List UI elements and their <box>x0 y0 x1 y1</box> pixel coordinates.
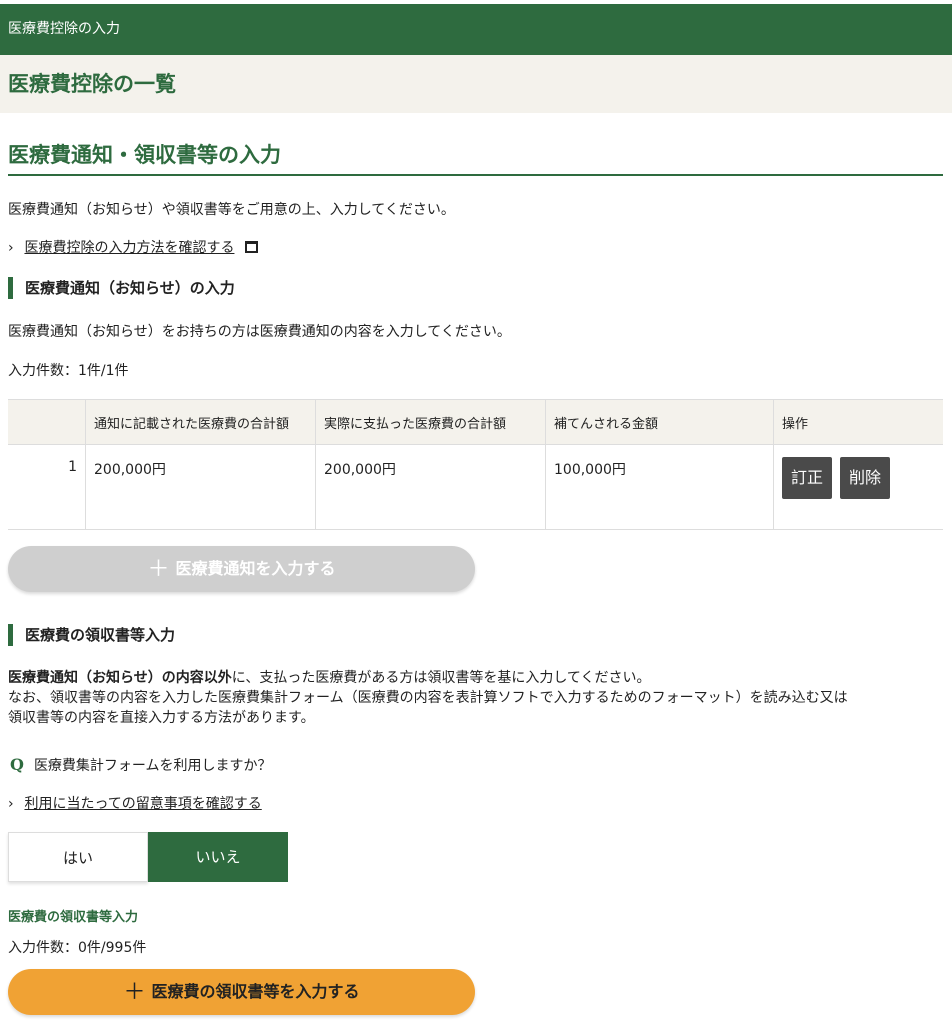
add-notice-label: 医療費通知を入力する <box>175 559 336 578</box>
notice-count: 入力件数：1件/1件 <box>8 363 129 379</box>
row-paid-total: 200,000円 <box>315 444 546 530</box>
notice-description: 医療費通知（お知らせ）をお持ちの方は医療費通知の内容を入力してください。 <box>8 324 511 340</box>
section-title: 医療費通知・領収書等の入力 <box>8 140 943 176</box>
add-receipt-button[interactable]: ＋ 医療費の領収書等を入力する <box>8 969 475 1015</box>
add-notice-button[interactable]: ＋ 医療費通知を入力する <box>8 546 475 592</box>
receipts-heading: 医療費の領収書等入力 <box>8 624 175 646</box>
question-row: Q 医療費集計フォームを利用しますか？ <box>10 755 272 776</box>
col-header-notified-total: 通知に記載された医療費の合計額 <box>85 399 316 445</box>
receipts-desc-line2: なお、領収書等の内容を入力した医療費集計フォーム（医療費の内容を表計算ソフトで入… <box>8 690 848 706</box>
row-actions: 訂正 削除 <box>773 444 943 530</box>
receipts-desc-rest: に、支払った医療費がある方は領収書等を基に入力してください。 <box>231 670 651 686</box>
external-window-icon <box>244 241 258 253</box>
plus-icon: ＋ <box>147 557 170 582</box>
table-header-row: 通知に記載された医療費の合計額 実際に支払った医療費の合計額 補てんされる金額 … <box>8 399 943 445</box>
table-row: 1 200,000円 200,000円 100,000円 訂正 削除 <box>8 444 943 530</box>
col-header-reimbursed: 補てんされる金額 <box>545 399 774 445</box>
notice-heading: 医療費通知（お知らせ）の入力 <box>8 277 235 299</box>
col-header-actions: 操作 <box>773 399 943 445</box>
receipts-sub-label: 医療費の領収書等入力 <box>8 910 139 925</box>
form-usage-toggle: はい いいえ <box>8 832 288 882</box>
chevron-right-icon: › <box>8 240 14 256</box>
question-text: 医療費集計フォームを利用しますか？ <box>33 758 272 774</box>
chevron-right-icon: › <box>8 796 14 812</box>
row-reimbursed: 100,000円 <box>545 444 774 530</box>
receipts-desc-line3: 領収書等の内容を直接入力する方法があります。 <box>8 710 315 726</box>
notes-link-row[interactable]: › 利用に当たっての留意事項を確認する <box>8 794 262 814</box>
plus-icon: ＋ <box>123 980 146 1005</box>
receipts-description: 医療費通知（お知らせ）の内容以外に、支払った医療費がある方は領収書等を基に入力し… <box>8 668 943 728</box>
question-mark-icon: Q <box>10 755 24 774</box>
add-receipt-label: 医療費の領収書等を入力する <box>151 982 360 1001</box>
notice-table: 通知に記載された医療費の合計額 実際に支払った医療費の合計額 補てんされる金額 … <box>8 399 943 530</box>
row-notified-total: 200,000円 <box>85 444 316 530</box>
option-yes-button[interactable]: はい <box>8 832 148 882</box>
receipts-desc-bold: 医療費通知（お知らせ）の内容以外 <box>8 670 232 686</box>
topbar-title: 医療費控除の入力 <box>0 4 952 55</box>
page-title: 医療費控除の一覧 <box>0 55 952 113</box>
row-number: 1 <box>8 444 86 530</box>
section-intro: 医療費通知（お知らせ）や領収書等をご用意の上、入力してください。 <box>8 202 455 218</box>
receipts-count: 入力件数：0件/995件 <box>8 940 147 956</box>
option-no-button[interactable]: いいえ <box>148 832 288 882</box>
howto-link-row[interactable]: › 医療費控除の入力方法を確認する <box>8 238 258 258</box>
delete-button[interactable]: 削除 <box>840 457 890 499</box>
col-header-no <box>8 399 86 445</box>
notes-link[interactable]: 利用に当たっての留意事項を確認する <box>24 796 261 812</box>
col-header-paid-total: 実際に支払った医療費の合計額 <box>315 399 546 445</box>
howto-link[interactable]: 医療費控除の入力方法を確認する <box>24 240 234 256</box>
edit-button[interactable]: 訂正 <box>782 457 832 499</box>
